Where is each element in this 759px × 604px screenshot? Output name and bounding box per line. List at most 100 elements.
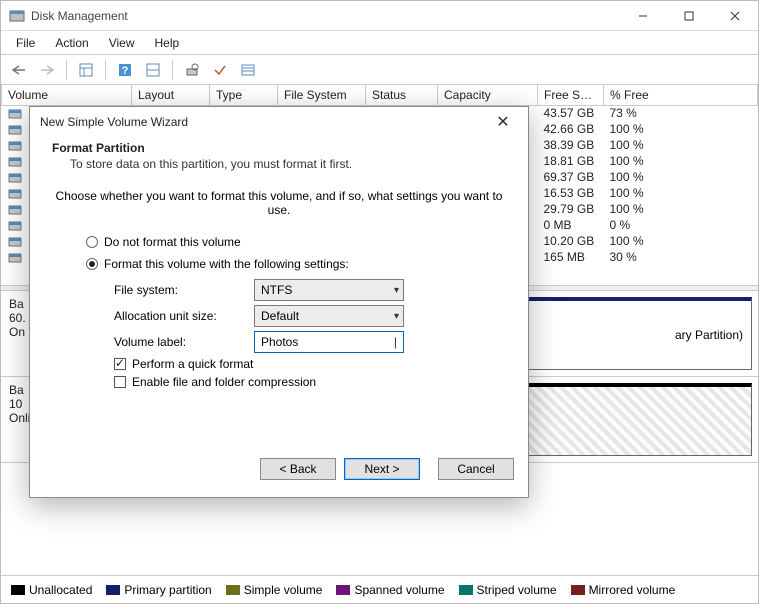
wizard-buttons: < Back Next > Cancel bbox=[30, 451, 528, 497]
combo-allocation-unit[interactable]: Default ▾ bbox=[254, 305, 404, 327]
radio-format-with-settings[interactable]: Format this volume with the following se… bbox=[86, 257, 506, 271]
wizard-prompt: Choose whether you want to format this v… bbox=[52, 189, 506, 217]
legend-item: Mirrored volume bbox=[571, 583, 676, 597]
combo-file-system[interactable]: NTFS ▾ bbox=[254, 279, 404, 301]
cell-free: 42.66 GB bbox=[538, 121, 604, 137]
window-title: Disk Management bbox=[31, 9, 620, 23]
label-allocation-unit: Allocation unit size: bbox=[114, 309, 254, 323]
checkbox-compression[interactable]: Enable file and folder compression bbox=[114, 375, 506, 389]
chevron-down-icon: ▾ bbox=[394, 285, 399, 296]
cell-pct: 0 % bbox=[604, 217, 758, 233]
legend-swatch bbox=[11, 585, 25, 595]
chevron-down-icon: ▾ bbox=[394, 311, 399, 322]
list-icon[interactable] bbox=[236, 58, 260, 82]
cell-free: 29.79 GB bbox=[538, 201, 604, 217]
next-button[interactable]: Next > bbox=[344, 458, 420, 480]
col-type[interactable]: Type bbox=[210, 85, 278, 105]
col-volume[interactable]: Volume bbox=[2, 85, 132, 105]
volume-icon bbox=[8, 204, 22, 216]
radio-do-not-format[interactable]: Do not format this volume bbox=[86, 235, 506, 249]
toolbar-divider bbox=[172, 60, 173, 80]
view-icon[interactable] bbox=[74, 58, 98, 82]
menu-action[interactable]: Action bbox=[46, 33, 97, 53]
legend-swatch bbox=[226, 585, 240, 595]
menu-file[interactable]: File bbox=[7, 33, 44, 53]
label-file-system: File system: bbox=[114, 283, 254, 297]
nav-back-icon[interactable] bbox=[7, 58, 31, 82]
checkbox-quick-format[interactable]: Perform a quick format bbox=[114, 357, 506, 371]
cell-pct: 73 % bbox=[604, 105, 758, 121]
col-free[interactable]: Free Spa... bbox=[538, 85, 604, 105]
cell-free: 43.57 GB bbox=[538, 105, 604, 121]
partition[interactable]: ary Partition) bbox=[507, 297, 752, 370]
legend-item: Simple volume bbox=[226, 583, 323, 597]
check-icon[interactable] bbox=[208, 58, 232, 82]
close-button[interactable] bbox=[712, 1, 758, 31]
cell-pct: 100 % bbox=[604, 137, 758, 153]
new-simple-volume-wizard: New Simple Volume Wizard ✕ Format Partit… bbox=[29, 106, 529, 498]
cell-pct: 100 % bbox=[604, 153, 758, 169]
legend-swatch bbox=[571, 585, 585, 595]
layout-icon[interactable] bbox=[141, 58, 165, 82]
menu-help[interactable]: Help bbox=[146, 33, 189, 53]
back-button[interactable]: < Back bbox=[260, 458, 336, 480]
col-capacity[interactable]: Capacity bbox=[438, 85, 538, 105]
volume-icon bbox=[8, 172, 22, 184]
wizard-close-button[interactable]: ✕ bbox=[488, 112, 518, 132]
wizard-body: Format Partition To store data on this p… bbox=[30, 137, 528, 451]
menubar: File Action View Help bbox=[1, 31, 758, 55]
cell-free: 10.20 GB bbox=[538, 233, 604, 249]
checkbox-icon bbox=[114, 358, 126, 370]
radio-icon bbox=[86, 236, 98, 248]
radio-icon bbox=[86, 258, 98, 270]
properties-icon[interactable] bbox=[180, 58, 204, 82]
app-icon bbox=[9, 8, 25, 24]
legend-swatch bbox=[459, 585, 473, 595]
volume-icon bbox=[8, 220, 22, 232]
cancel-button[interactable]: Cancel bbox=[438, 458, 514, 480]
legend-swatch bbox=[336, 585, 350, 595]
volume-icon bbox=[8, 124, 22, 136]
cell-pct: 100 % bbox=[604, 201, 758, 217]
minimize-button[interactable] bbox=[620, 1, 666, 31]
checkbox-icon bbox=[114, 376, 126, 388]
wizard-heading: Format Partition bbox=[52, 141, 506, 155]
volume-icon bbox=[8, 140, 22, 152]
legend-item: Unallocated bbox=[11, 583, 92, 597]
volume-label-field[interactable] bbox=[261, 335, 396, 349]
nav-forward-icon[interactable] bbox=[35, 58, 59, 82]
cell-free: 0 MB bbox=[538, 217, 604, 233]
legend-item: Spanned volume bbox=[336, 583, 444, 597]
volume-icon bbox=[8, 188, 22, 200]
legend: UnallocatedPrimary partitionSimple volum… bbox=[1, 575, 758, 603]
cell-pct: 100 % bbox=[604, 121, 758, 137]
wizard-titlebar[interactable]: New Simple Volume Wizard ✕ bbox=[30, 107, 528, 137]
cell-free: 165 MB bbox=[538, 249, 604, 265]
volume-icon bbox=[8, 236, 22, 248]
volume-icon bbox=[8, 156, 22, 168]
legend-item: Striped volume bbox=[459, 583, 557, 597]
wizard-title: New Simple Volume Wizard bbox=[40, 115, 488, 129]
legend-swatch bbox=[106, 585, 120, 595]
col-layout[interactable]: Layout bbox=[132, 85, 210, 105]
col-status[interactable]: Status bbox=[366, 85, 438, 105]
cell-pct: 30 % bbox=[604, 249, 758, 265]
cell-free: 18.81 GB bbox=[538, 153, 604, 169]
help-icon[interactable]: ? bbox=[113, 58, 137, 82]
cell-free: 69.37 GB bbox=[538, 169, 604, 185]
svg-text:?: ? bbox=[122, 65, 129, 77]
toolbar: ? bbox=[1, 55, 758, 85]
cell-pct: 100 % bbox=[604, 233, 758, 249]
menu-view[interactable]: View bbox=[100, 33, 144, 53]
col-pctfree[interactable]: % Free bbox=[604, 85, 758, 105]
maximize-button[interactable] bbox=[666, 1, 712, 31]
volume-icon bbox=[8, 252, 22, 264]
volume-icon bbox=[8, 108, 22, 120]
titlebar: Disk Management bbox=[1, 1, 758, 31]
disk-management-window: Disk Management File Action View Help ? bbox=[0, 0, 759, 604]
input-volume-label[interactable]: | bbox=[254, 331, 404, 353]
cell-pct: 100 % bbox=[604, 169, 758, 185]
col-filesystem[interactable]: File System bbox=[278, 85, 366, 105]
text-cursor-icon: | bbox=[394, 335, 397, 349]
cell-pct: 100 % bbox=[604, 185, 758, 201]
